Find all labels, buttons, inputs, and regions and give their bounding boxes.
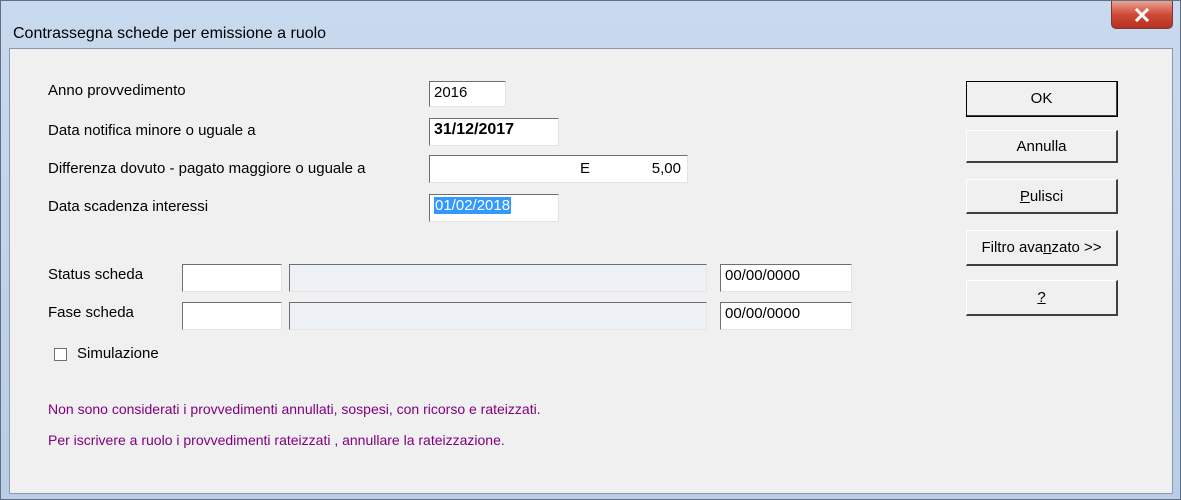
status-description-field (289, 264, 707, 292)
differenza-value: 5,00 (651, 160, 681, 177)
dialog-window: Contrassegna schede per emissione a ruol… (0, 0, 1181, 500)
title-bar[interactable]: Contrassegna schede per emissione a ruol… (1, 1, 1180, 47)
status-code-input[interactable] (182, 264, 282, 292)
close-button[interactable] (1111, 1, 1173, 29)
status-label: Status scheda (48, 266, 144, 283)
pulisci-button[interactable]: Pulisci (966, 179, 1118, 214)
filtro-avanzato-button[interactable]: Filtro ava n zato >> (966, 230, 1118, 266)
anno-input[interactable]: 2016 (429, 81, 506, 107)
fase-description-field (289, 302, 707, 330)
data-notifica-input[interactable]: 31/12/2017 (429, 118, 559, 146)
close-icon (1134, 7, 1150, 22)
anno-label: Anno provvedimento (48, 82, 186, 99)
status-date-input[interactable]: 00/00/0000 (720, 264, 852, 292)
fase-date-input[interactable]: 00/00/0000 (720, 302, 852, 330)
filtro-mnemonic: n (1043, 239, 1052, 256)
filtro-label-start: Filtro ava (981, 239, 1044, 256)
scadenza-label: Data scadenza interessi (48, 198, 209, 215)
fase-label: Fase scheda (48, 304, 134, 321)
help-button[interactable]: ? (966, 280, 1118, 316)
help-label: ? (1037, 289, 1046, 306)
differenza-label: Differenza dovuto - pagato maggiore o ug… (48, 160, 366, 177)
dialog-client-area: Anno provvedimento 2016 Data notifica mi… (9, 48, 1173, 494)
differenza-currency: E (580, 160, 591, 177)
scadenza-input[interactable]: 01/02/2018 (429, 194, 559, 222)
pulisci-mnemonic: P (1019, 187, 1030, 205)
fase-code-input[interactable] (182, 302, 282, 330)
annulla-button[interactable]: Annulla (966, 130, 1118, 163)
simulazione-checkbox[interactable] (54, 348, 67, 361)
window-title: Contrassegna schede per emissione a ruol… (13, 25, 327, 42)
note-line-2: Per iscrivere a ruolo i provvedimenti ra… (48, 432, 505, 448)
filtro-label-end: zato >> (1051, 239, 1102, 256)
pulisci-label: ulisci (1029, 187, 1064, 205)
simulazione-label: Simulazione (77, 345, 159, 362)
data-notifica-label: Data notifica minore o uguale a (48, 122, 256, 139)
ok-button[interactable]: OK (966, 81, 1118, 117)
differenza-input[interactable]: E 5,00 (429, 155, 688, 183)
scadenza-value: 01/02/2018 (434, 197, 512, 214)
note-line-1: Non sono considerati i provvedimenti ann… (48, 401, 541, 417)
